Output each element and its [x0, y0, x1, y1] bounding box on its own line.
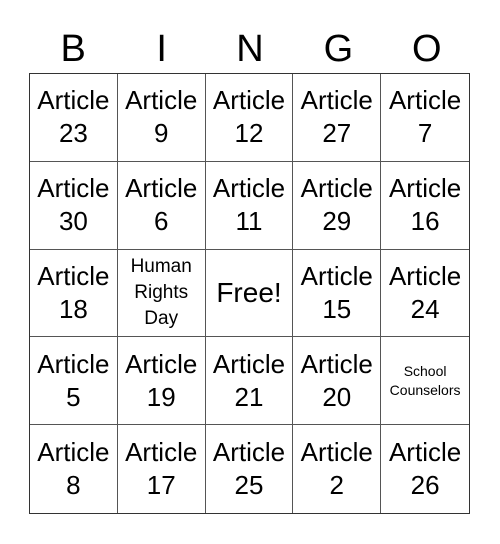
header-letter-g: G [323, 28, 354, 70]
bingo-cell[interactable]: Article 19 [117, 337, 206, 426]
bingo-grid: Article 23 Article 9 Article 12 Article 27 A… [29, 73, 470, 514]
bingo-cell[interactable]: Article 16 [381, 162, 469, 250]
bingo-cell[interactable]: Article 24 [381, 250, 469, 338]
bingo-cell[interactable]: Article 12 [205, 74, 294, 162]
header-letter-n: N [236, 28, 264, 70]
header-letter-b: B [60, 28, 86, 70]
bingo-cell[interactable]: Article 5 [30, 337, 118, 426]
bingo-cell[interactable]: Article 20 [293, 337, 382, 426]
bingo-cell[interactable]: Article 11 [205, 161, 294, 250]
bingo-cell[interactable]: Article 25 [206, 425, 294, 513]
bingo-cell[interactable]: Article 27 [293, 74, 382, 162]
bingo-cell[interactable]: Article 2 [293, 425, 382, 513]
bingo-cell[interactable]: Article 6 [117, 161, 206, 250]
header-letter-i: I [156, 28, 167, 70]
bingo-cell[interactable]: Article 9 [117, 74, 206, 162]
bingo-cell[interactable]: Article 15 [293, 249, 382, 338]
bingo-cell[interactable]: Article 18 [30, 249, 118, 338]
bingo-cell[interactable]: Article 21 [205, 337, 294, 426]
bingo-cell[interactable]: Article 23 [30, 74, 118, 162]
bingo-cell[interactable]: Article 17 [118, 425, 206, 513]
bingo-cell[interactable]: Article 30 [30, 161, 118, 250]
bingo-cell[interactable]: Article 7 [381, 74, 469, 162]
bingo-header: B I N G O [29, 26, 471, 72]
bingo-cell[interactable]: School Counselors [381, 337, 469, 426]
bingo-cell[interactable]: Article 26 [381, 425, 469, 513]
bingo-cell[interactable]: Article 29 [293, 161, 382, 250]
bingo-cell[interactable]: Article 8 [30, 425, 118, 513]
free-space-cell[interactable]: Free! [205, 249, 294, 338]
bingo-cell[interactable]: Human Rights Day [117, 249, 206, 338]
header-letter-o: O [412, 28, 442, 70]
